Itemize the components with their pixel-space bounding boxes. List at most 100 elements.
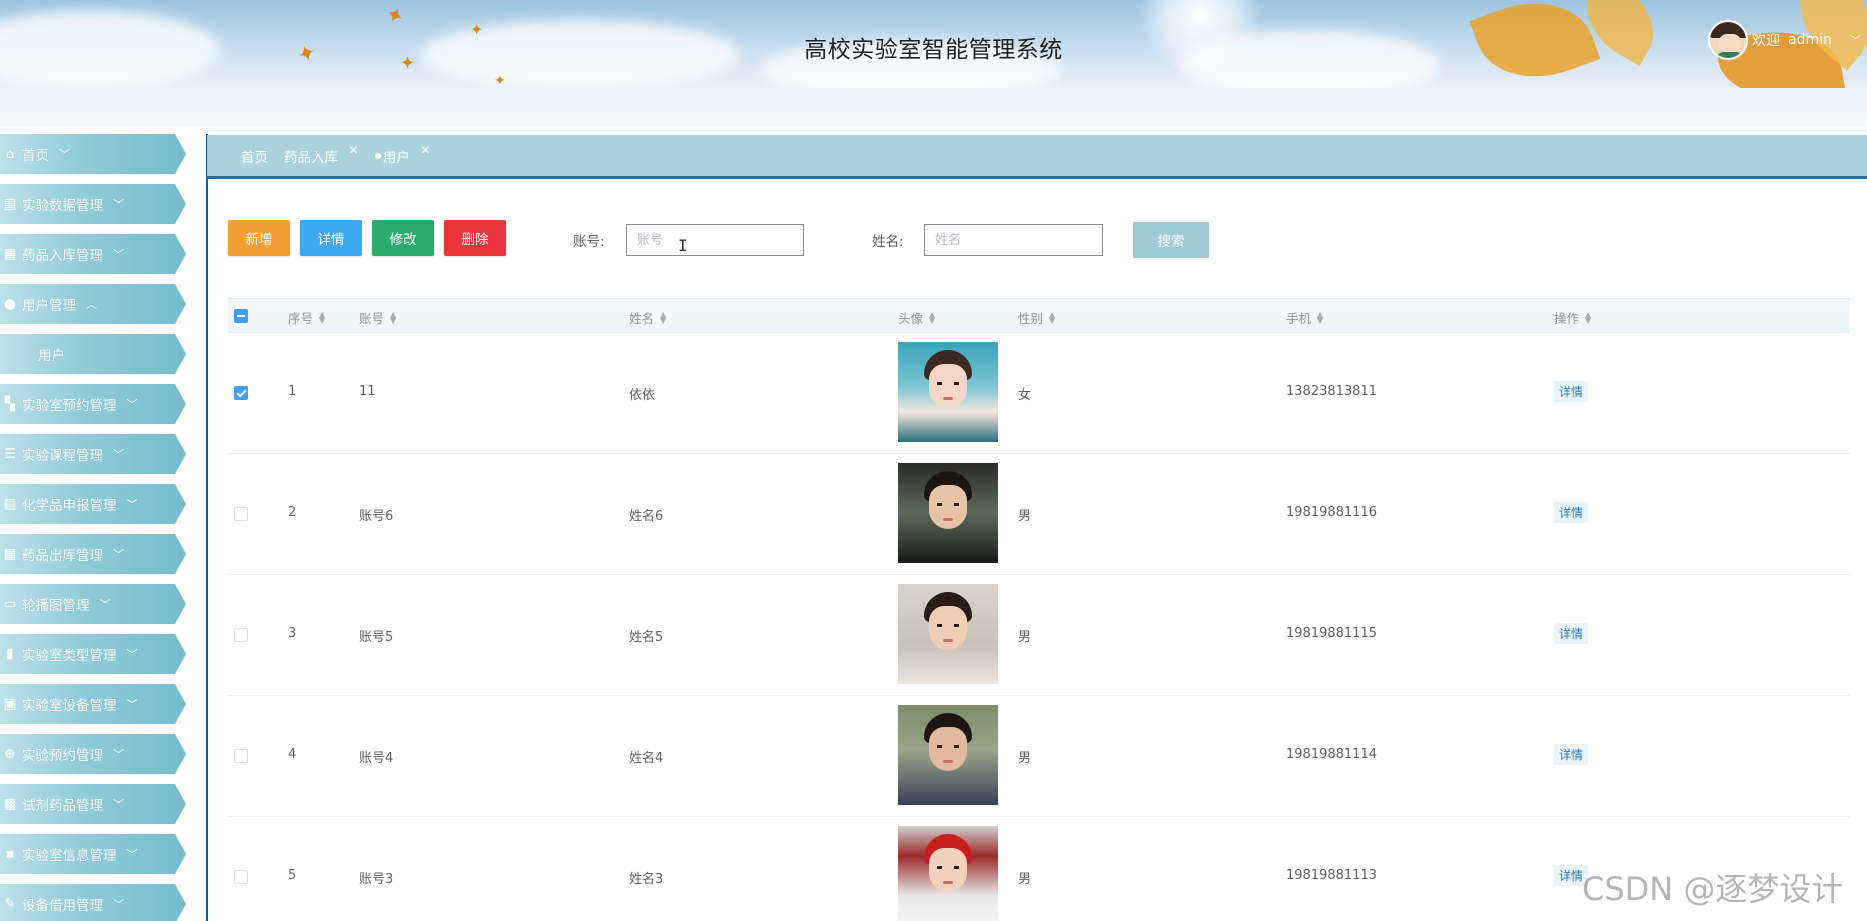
column-header-gender[interactable]: 性别 ▲ ▼ [1018, 308, 1055, 327]
close-icon[interactable]: × [420, 143, 431, 158]
sort-icon: ▲ ▼ [1049, 309, 1056, 325]
cell-phone: 13823813811 [1286, 384, 1377, 399]
app-title: 高校实验室智能管理系统 [804, 37, 1063, 63]
name-label: 姓名: [872, 234, 904, 250]
select-all-checkbox[interactable] [234, 309, 248, 323]
column-header-action[interactable]: 操作 ▲ ▼ [1554, 308, 1591, 327]
sidebar-item-label: 化学品申报管理 [22, 498, 117, 514]
detail-button[interactable]: 详情 [300, 220, 362, 256]
sidebar-item-label: 设备借用管理 [22, 898, 103, 914]
sidebar-item[interactable]: ● 用户管理 ︿ [0, 284, 186, 324]
sort-icon: ▲ ▼ [929, 309, 936, 325]
cell-account: 账号5 [359, 630, 394, 645]
sidebar-item[interactable]: ▥ 化学品申报管理 ﹀ [0, 484, 186, 524]
table-row[interactable]: 4 账号4 姓名4 男 19819881114 详情 [228, 696, 1850, 817]
edit-button[interactable]: 修改 [372, 220, 434, 256]
store-icon: ▦ [3, 546, 17, 562]
tab-user[interactable]: 用户 × [374, 143, 431, 166]
sidebar-item[interactable]: ☰ 实验课程管理 ﹀ [0, 434, 186, 474]
sidebar-item[interactable]: 用户 [0, 334, 186, 374]
chevron-down-icon: ﹀ [1849, 34, 1861, 47]
username: admin [1788, 32, 1832, 48]
close-icon[interactable]: × [348, 143, 359, 158]
name-input[interactable] [924, 224, 1103, 256]
document-icon: ▤ [3, 196, 17, 212]
row-checkbox[interactable] [234, 628, 248, 642]
chevron-down-icon: ﹀ [126, 848, 138, 861]
detail-link[interactable]: 详情 [1554, 623, 1589, 644]
sort-icon: ▲ ▼ [1317, 309, 1324, 325]
sidebar-item[interactable]: ▪ 实验室信息管理 ﹀ [0, 834, 186, 874]
row-checkbox[interactable] [234, 507, 248, 521]
column-header-index[interactable]: 序号 ▲ ▼ [288, 308, 325, 327]
cell-phone: 19819881116 [1286, 505, 1377, 520]
store-icon: ▦ [3, 246, 17, 262]
edit-icon: ✎ [4, 896, 16, 912]
search-button[interactable]: 搜索 [1133, 222, 1209, 258]
leaf-icon: ✦ [380, 1, 409, 32]
chevron-down-icon: ﹀ [113, 448, 124, 461]
grid-icon: ▚ [4, 396, 16, 412]
box-icon: ▩ [3, 796, 17, 812]
table-icon: ▥ [3, 496, 17, 512]
text-cursor-icon: I [678, 236, 688, 255]
sort-icon: ▲ ▼ [660, 309, 667, 325]
delete-button[interactable]: 删除 [444, 220, 506, 256]
sidebar-item[interactable]: ▩ 试剂药品管理 ﹀ [0, 784, 186, 824]
cell-phone: 19819881113 [1286, 868, 1377, 883]
sidebar-item[interactable]: ▚ 实验室预约管理 ﹀ [0, 384, 186, 424]
home-icon: ⌂ [5, 146, 15, 162]
sidebar-item[interactable]: ▤ 实验数据管理 ﹀ [0, 184, 186, 224]
sidebar-item-label: 实验课程管理 [22, 448, 103, 464]
column-header-name[interactable]: 姓名 ▲ ▼ [629, 308, 666, 327]
row-checkbox[interactable] [234, 386, 248, 400]
detail-link[interactable]: 详情 [1554, 744, 1589, 765]
welcome-text: 欢迎 [1752, 33, 1780, 49]
device-icon: ▣ [3, 696, 17, 712]
cell-account: 账号4 [359, 751, 394, 766]
cell-index: 5 [288, 868, 297, 883]
add-button[interactable]: 新增 [228, 220, 290, 256]
divider [206, 134, 208, 921]
sidebar-item[interactable]: ⌂ 首页 ﹀ [0, 134, 186, 174]
table-row[interactable]: 2 账号6 姓名6 男 19819881116 详情 [228, 454, 1850, 575]
sidebar-item[interactable]: ✎ 设备借用管理 ﹀ [0, 884, 186, 921]
column-header-phone[interactable]: 手机 ▲ ▼ [1286, 308, 1323, 327]
user-menu[interactable]: 欢迎 admin ﹀ [1708, 20, 1861, 60]
tab-drug-stock-in[interactable]: 药品入库 × [284, 143, 359, 166]
table-row[interactable]: 1 11 依依女 13823813811 详情 [228, 333, 1850, 454]
sidebar-item[interactable]: ▮ 实验室类型管理 ﹀ [0, 634, 186, 674]
chevron-down-icon: ﹀ [113, 748, 124, 761]
cell-gender: 男 [1018, 872, 1032, 887]
column-header-account[interactable]: 账号 ▲ ▼ [359, 308, 396, 327]
cell-account: 账号3 [359, 872, 394, 887]
cell-gender: 女 [1018, 388, 1032, 403]
detail-link[interactable]: 详情 [1554, 381, 1589, 402]
list-icon: ☰ [3, 446, 17, 462]
sidebar-item[interactable]: ▦ 药品出库管理 ﹀ [0, 534, 186, 574]
row-checkbox[interactable] [234, 870, 248, 884]
cell-account: 账号6 [359, 509, 394, 524]
cell-account: 11 [359, 384, 376, 399]
sidebar-item[interactable]: ▦ 药品入库管理 ﹀ [0, 234, 186, 274]
sidebar-item-label: 实验室类型管理 [22, 648, 117, 664]
chevron-down-icon: ﹀ [113, 248, 124, 261]
table-row[interactable]: 3 账号5 姓名5 男 19819881115 详情 [228, 575, 1850, 696]
column-header-avatar[interactable]: 头像 ▲ ▼ [898, 308, 935, 327]
sidebar-item[interactable]: ⊕ 实验预约管理 ﹀ [0, 734, 186, 774]
sidebar-item-label: 药品出库管理 [22, 548, 103, 564]
sidebar-item[interactable]: ▣ 实验室设备管理 ﹀ [0, 684, 186, 724]
chevron-down-icon: ﹀ [126, 698, 138, 711]
sidebar-item-label: 实验室预约管理 [22, 398, 117, 414]
row-checkbox[interactable] [234, 749, 248, 763]
chevron-down-icon: ﹀ [126, 398, 138, 411]
watermark: CSDN @逐梦设计 [1582, 870, 1844, 908]
tab-bar: 首页 药品入库 × 用户 × [207, 135, 1867, 179]
detail-link[interactable]: 详情 [1554, 502, 1589, 523]
sidebar-item[interactable]: ▭ 轮播图管理 ﹀ [0, 584, 186, 624]
cell-index: 3 [288, 626, 297, 641]
sidebar-item-label: 轮播图管理 [22, 598, 90, 614]
account-input[interactable] [626, 224, 804, 256]
tab-home[interactable]: 首页 [241, 146, 268, 166]
chevron-down-icon: ﹀ [126, 498, 138, 511]
